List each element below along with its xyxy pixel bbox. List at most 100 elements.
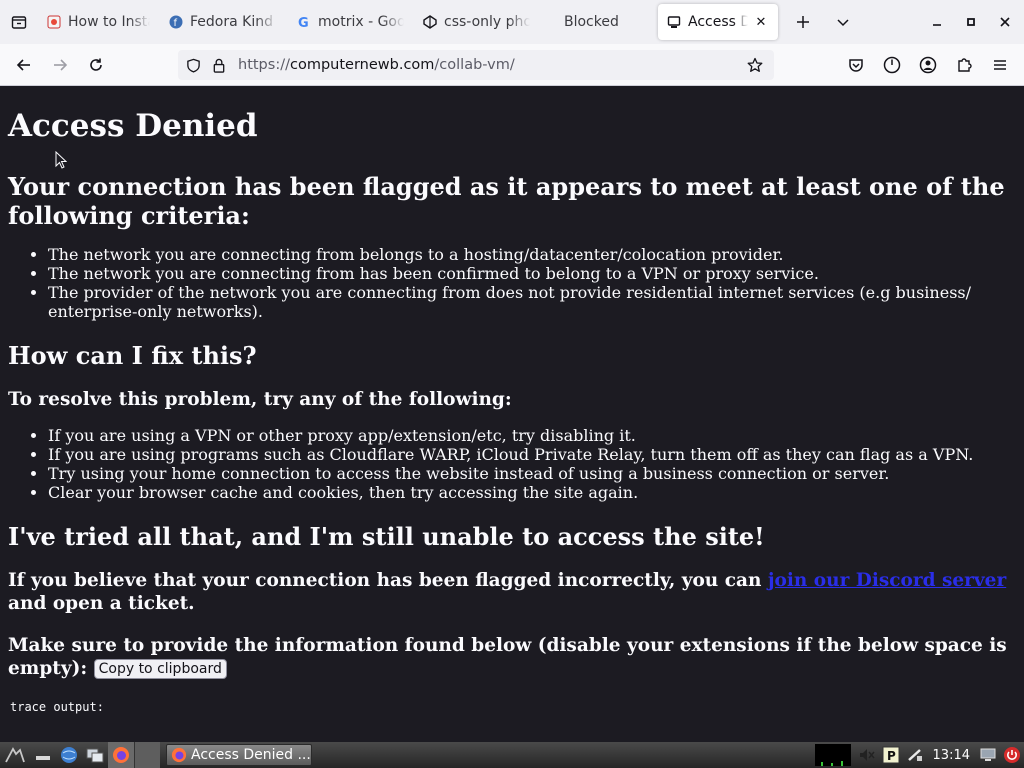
file-manager-launcher[interactable] [82, 742, 108, 768]
tab-strip: How to Insta f Fedora Kind G motrix - Go… [0, 0, 1024, 44]
page-content: Access Denied Your connection has been f… [0, 86, 1024, 742]
tab-title: Fedora Kind [190, 14, 273, 30]
pocket-icon [849, 59, 863, 72]
p-app-tray-icon[interactable]: P [879, 742, 903, 768]
navigation-toolbar: https://computernewb.com/collab-vm/ [0, 44, 1024, 86]
firefox-icon [113, 747, 129, 763]
distro-logo-icon [5, 747, 25, 763]
show-desktop-button[interactable] [30, 742, 56, 768]
taskbar: Access Denied ... P 13:14 [0, 742, 1024, 768]
maximize-icon [967, 18, 975, 26]
resolve-heading: To resolve this problem, try any of the … [8, 389, 512, 410]
list-item: The network you are connecting from belo… [48, 245, 1016, 264]
list-item: The provider of the network you are conn… [48, 283, 1016, 321]
close-icon [1000, 17, 1010, 27]
globe-icon [61, 747, 77, 763]
tab-overview-button[interactable] [0, 0, 38, 44]
clock[interactable]: 13:14 [927, 748, 976, 763]
firefox-view-button[interactable] [874, 49, 910, 81]
reload-button[interactable] [78, 49, 114, 81]
provide-paragraph: Make sure to provide the information fou… [8, 634, 1016, 680]
page-title: Access Denied [8, 108, 258, 144]
tab-list-icon [11, 16, 27, 29]
fixes-list: If you are using a VPN or other proxy ap… [48, 426, 1016, 502]
tab-access-denied[interactable]: Access Den ✕ [658, 4, 778, 40]
fix-heading: How can I fix this? [8, 341, 257, 370]
hamburger-menu-icon [994, 60, 1006, 70]
new-tab-button[interactable] [786, 5, 820, 39]
network-tray-icon[interactable] [903, 742, 927, 768]
display-tray-icon[interactable] [976, 742, 1000, 768]
tab-title: css-only pho [444, 14, 530, 30]
minimize-window-button[interactable] [920, 0, 954, 44]
list-item: The network you are connecting from has … [48, 264, 1016, 283]
close-tab-icon[interactable]: ✕ [752, 13, 770, 31]
taskbar-window-title: Access Denied ... [191, 747, 311, 763]
account-button[interactable] [910, 49, 946, 81]
copy-to-clipboard-button[interactable]: Copy to clipboard [93, 659, 227, 679]
cpu-monitor-graph [814, 744, 851, 766]
application-menu-button[interactable] [982, 49, 1018, 81]
believe-prefix: If you believe that your connection has … [8, 570, 768, 591]
list-item: Clear your browser cache and cookies, th… [48, 483, 1016, 502]
firefox-launcher[interactable] [108, 742, 134, 768]
tab-title: Blocked [564, 14, 619, 30]
tab-blocked[interactable]: Blocked [540, 4, 656, 40]
forward-button[interactable] [42, 49, 78, 81]
codepen-favicon-icon [422, 14, 438, 30]
plus-icon [797, 16, 809, 28]
minimize-icon [933, 24, 941, 26]
discord-link[interactable]: join our Discord server [768, 570, 1006, 591]
pocket-button[interactable] [838, 49, 874, 81]
flagged-heading: Your connection has been flagged as it a… [8, 172, 1005, 230]
reload-icon [90, 58, 102, 71]
web-browser-launcher[interactable] [56, 742, 82, 768]
list-item: If you are using a VPN or other proxy ap… [48, 426, 1016, 445]
believe-paragraph: If you believe that your connection has … [8, 569, 1016, 615]
system-tray: P 13:14 [814, 742, 1024, 768]
trace-output-label: trace output: [10, 700, 104, 714]
toolbar-right-buttons [838, 49, 1018, 81]
svg-text:f: f [174, 18, 178, 29]
back-button[interactable] [6, 49, 42, 81]
fedora-favicon-icon: f [168, 14, 184, 30]
tab-fedora[interactable]: f Fedora Kind [160, 4, 286, 40]
tab-title: motrix - Goo [318, 14, 404, 30]
bookmark-star-icon[interactable] [742, 50, 768, 80]
chevron-down-icon [837, 19, 849, 27]
maximize-window-button[interactable] [954, 0, 988, 44]
list-item: Try using your home connection to access… [48, 464, 1016, 483]
power-circle-icon [883, 56, 901, 74]
url-scheme: https:// [238, 57, 290, 73]
power-button[interactable] [1000, 742, 1024, 768]
cloud-favicon-icon [46, 14, 62, 30]
believe-suffix: and open a ticket. [8, 593, 195, 614]
tried-heading: I've tried all that, and I'm still unabl… [8, 522, 765, 551]
workspace-button[interactable] [134, 742, 160, 768]
taskbar-window-access-denied[interactable]: Access Denied ... [166, 744, 312, 766]
account-icon [919, 56, 937, 74]
tab-title: Access Den [688, 14, 748, 30]
tab-motrix-google[interactable]: G motrix - Goo [288, 4, 412, 40]
tab-css-only[interactable]: css-only pho [414, 4, 538, 40]
firefox-icon [171, 747, 187, 763]
criteria-list: The network you are connecting from belo… [48, 245, 1016, 321]
arrow-left-icon [16, 58, 30, 71]
extensions-button[interactable] [946, 49, 982, 81]
close-window-button[interactable] [988, 0, 1022, 44]
start-menu-button[interactable] [0, 742, 30, 768]
desktop-icon [36, 756, 50, 760]
collabvm-favicon-icon [666, 14, 682, 30]
list-all-tabs-button[interactable] [826, 5, 860, 39]
arrow-right-icon [54, 58, 68, 71]
url-path: /collab-vm/ [434, 57, 515, 73]
lock-icon[interactable] [206, 50, 232, 80]
url-text[interactable]: https://computernewb.com/collab-vm/ [238, 57, 515, 73]
tracking-protection-shield-icon[interactable] [180, 50, 206, 80]
volume-muted-icon[interactable] [855, 742, 879, 768]
address-bar[interactable]: https://computernewb.com/collab-vm/ [178, 50, 774, 80]
svg-text:G: G [298, 16, 309, 29]
tab-how-to-install[interactable]: How to Insta [38, 4, 158, 40]
mouse-cursor-icon [55, 151, 67, 169]
svg-text:P: P [887, 749, 896, 763]
